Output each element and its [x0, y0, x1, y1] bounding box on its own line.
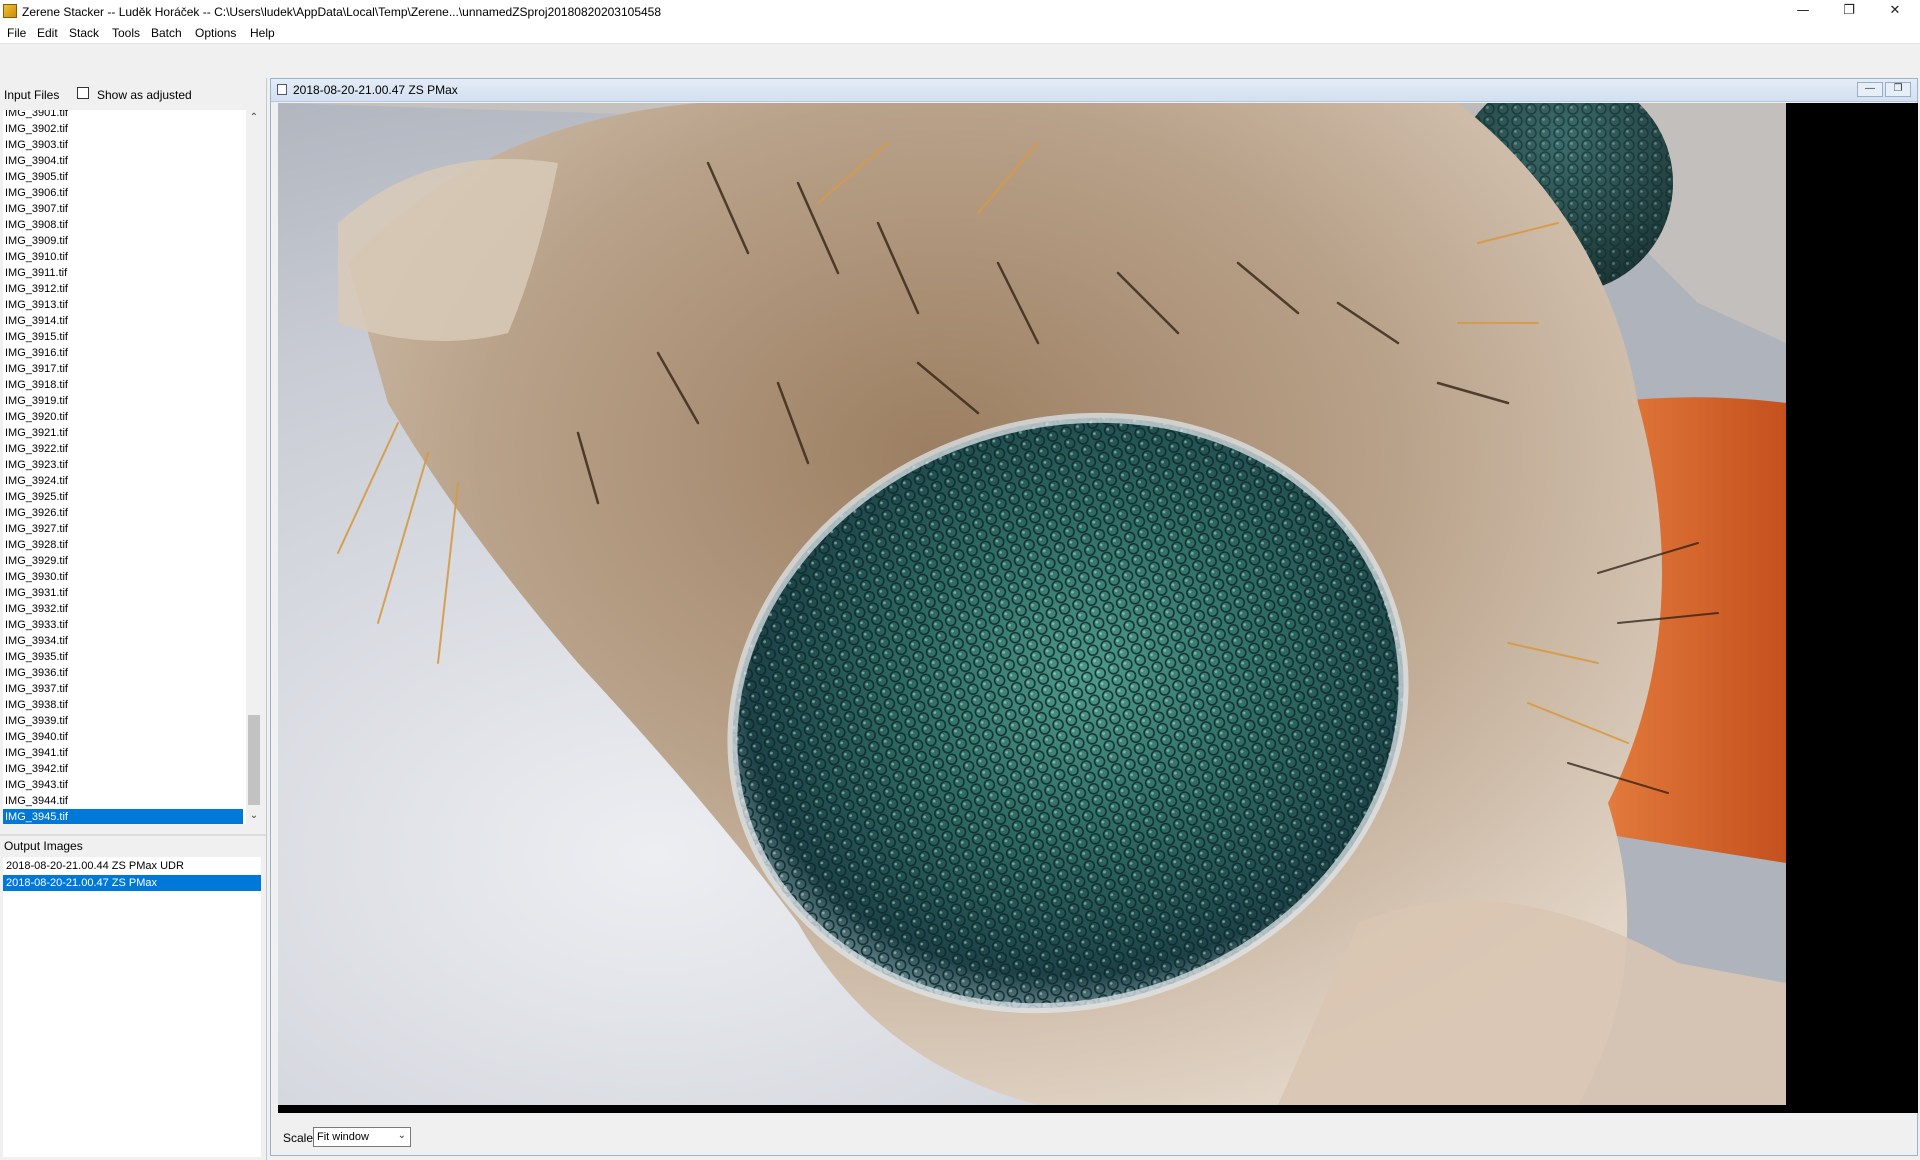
menu-bar: File Edit Stack Tools Batch Options Help: [0, 23, 1920, 43]
input-file-row[interactable]: IMG_3935.tif: [3, 649, 243, 665]
output-image-row[interactable]: 2018-08-20-21.00.47 ZS PMax: [3, 875, 261, 891]
menu-edit[interactable]: Edit: [37, 26, 58, 40]
output-images-list[interactable]: 2018-08-20-21.00.44 ZS PMax UDR 2018-08-2…: [3, 857, 261, 1157]
input-file-row[interactable]: IMG_3902.tif: [3, 121, 243, 137]
input-file-row[interactable]: IMG_3919.tif: [3, 393, 243, 409]
minimize-button[interactable]: —: [1780, 0, 1826, 23]
scroll-thumb[interactable]: [248, 715, 260, 805]
input-file-row[interactable]: IMG_3912.tif: [3, 281, 243, 297]
image-canvas[interactable]: [278, 103, 1918, 1113]
input-file-row[interactable]: IMG_3918.tif: [3, 377, 243, 393]
input-file-row[interactable]: IMG_3928.tif: [3, 537, 243, 553]
scroll-up-icon[interactable]: ⌃: [246, 110, 262, 126]
input-file-row[interactable]: IMG_3940.tif: [3, 729, 243, 745]
input-file-row[interactable]: IMG_3903.tif: [3, 137, 243, 153]
input-file-row[interactable]: IMG_3942.tif: [3, 761, 243, 777]
input-file-row[interactable]: IMG_3909.tif: [3, 233, 243, 249]
chevron-down-icon: ⌄: [397, 1130, 406, 1141]
input-file-row[interactable]: IMG_3939.tif: [3, 713, 243, 729]
input-file-row[interactable]: IMG_3937.tif: [3, 681, 243, 697]
scale-dropdown-value: Fit window: [317, 1131, 369, 1143]
input-file-row[interactable]: IMG_3944.tif: [3, 793, 243, 809]
panel-divider[interactable]: [0, 834, 266, 836]
image-minimize-button[interactable]: —: [1857, 82, 1883, 97]
show-as-adjusted-checkbox[interactable]: [77, 87, 89, 99]
output-image-row[interactable]: 2018-08-20-21.00.44 ZS PMax UDR: [3, 858, 261, 874]
input-file-row[interactable]: IMG_3936.tif: [3, 665, 243, 681]
input-file-row[interactable]: IMG_3904.tif: [3, 153, 243, 169]
input-file-row[interactable]: IMG_3922.tif: [3, 441, 243, 457]
input-files-label: Input Files: [4, 88, 60, 102]
input-list-scrollbar[interactable]: ⌃ ⌄: [246, 110, 262, 824]
input-file-row[interactable]: IMG_3921.tif: [3, 425, 243, 441]
app-icon: [3, 4, 17, 18]
input-file-row[interactable]: IMG_3923.tif: [3, 457, 243, 473]
input-file-row[interactable]: IMG_3916.tif: [3, 345, 243, 361]
close-button[interactable]: ✕: [1872, 0, 1918, 23]
input-file-row[interactable]: IMG_3920.tif: [3, 409, 243, 425]
input-file-row[interactable]: IMG_3941.tif: [3, 745, 243, 761]
input-files-list[interactable]: IMG_3901.tif IMG_3902.tif IMG_3903.tif IMG_…: [3, 110, 246, 824]
menu-batch[interactable]: Batch: [151, 26, 182, 40]
input-file-row[interactable]: IMG_3943.tif: [3, 777, 243, 793]
input-file-row[interactable]: IMG_3932.tif: [3, 601, 243, 617]
stacked-photo-insect-eye: [278, 103, 1786, 1105]
input-file-row[interactable]: IMG_3910.tif: [3, 249, 243, 265]
input-file-row[interactable]: IMG_3938.tif: [3, 697, 243, 713]
output-images-label: Output Images: [4, 839, 83, 853]
input-file-row[interactable]: IMG_3911.tif: [3, 265, 243, 281]
input-file-row[interactable]: IMG_3945.tif: [3, 809, 243, 824]
input-file-row[interactable]: IMG_3906.tif: [3, 185, 243, 201]
input-file-row[interactable]: IMG_3933.tif: [3, 617, 243, 633]
title-bar: Zerene Stacker -- Luděk Horáček -- C:\Us…: [0, 0, 1920, 23]
input-file-row[interactable]: IMG_3908.tif: [3, 217, 243, 233]
menu-options[interactable]: Options: [195, 26, 236, 40]
scale-label: Scale: [283, 1131, 314, 1145]
scroll-down-icon[interactable]: ⌄: [246, 808, 262, 824]
input-file-row[interactable]: IMG_3929.tif: [3, 553, 243, 569]
scale-bar: Scale Fit window ⌄: [271, 1121, 1917, 1155]
menu-tools[interactable]: Tools: [112, 26, 140, 40]
show-as-adjusted-label[interactable]: Show as adjusted: [97, 88, 192, 102]
image-window: 2018-08-20-21.00.47 ZS PMax — ❐ Scale Fi…: [270, 78, 1918, 1156]
input-files-header: Input Files Show as adjusted: [4, 86, 264, 104]
document-icon: [277, 84, 287, 95]
input-file-row[interactable]: IMG_3917.tif: [3, 361, 243, 377]
input-file-row[interactable]: IMG_3931.tif: [3, 585, 243, 601]
menu-help[interactable]: Help: [250, 26, 275, 40]
left-panel: Input Files Show as adjusted IMG_3901.ti…: [0, 78, 267, 1160]
restore-button[interactable]: ❐: [1826, 0, 1872, 23]
input-file-row[interactable]: IMG_3913.tif: [3, 297, 243, 313]
input-file-row[interactable]: IMG_3925.tif: [3, 489, 243, 505]
input-file-row[interactable]: IMG_3901.tif: [3, 110, 243, 121]
menu-stack[interactable]: Stack: [69, 26, 99, 40]
menu-file[interactable]: File: [7, 26, 26, 40]
image-restore-button[interactable]: ❐: [1885, 82, 1911, 97]
input-file-row[interactable]: IMG_3927.tif: [3, 521, 243, 537]
input-file-row[interactable]: IMG_3907.tif: [3, 201, 243, 217]
image-window-title: 2018-08-20-21.00.47 ZS PMax: [293, 83, 458, 97]
scale-dropdown[interactable]: Fit window ⌄: [313, 1127, 411, 1147]
image-window-titlebar[interactable]: 2018-08-20-21.00.47 ZS PMax — ❐: [271, 79, 1917, 102]
window-title: Zerene Stacker -- Luděk Horáček -- C:\Us…: [22, 5, 662, 19]
input-file-row[interactable]: IMG_3926.tif: [3, 505, 243, 521]
input-file-row[interactable]: IMG_3914.tif: [3, 313, 243, 329]
toolbar-area: [0, 43, 1920, 78]
input-file-row[interactable]: IMG_3905.tif: [3, 169, 243, 185]
input-file-row[interactable]: IMG_3915.tif: [3, 329, 243, 345]
input-file-row[interactable]: IMG_3934.tif: [3, 633, 243, 649]
input-file-row[interactable]: IMG_3930.tif: [3, 569, 243, 585]
input-file-row[interactable]: IMG_3924.tif: [3, 473, 243, 489]
